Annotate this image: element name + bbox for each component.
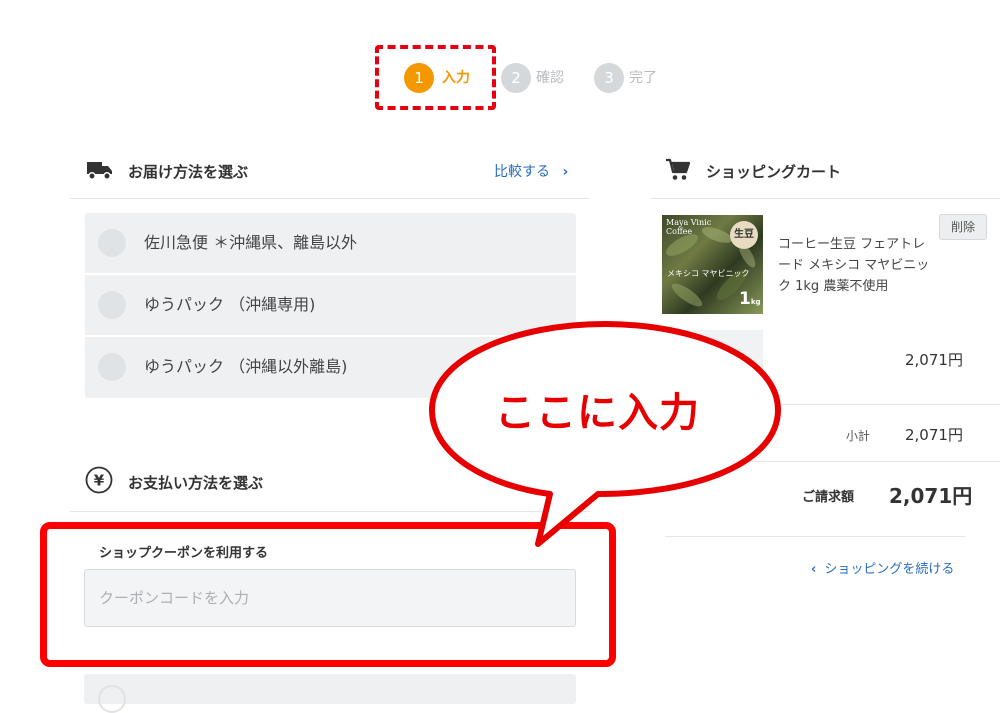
radio-button[interactable] [98,685,126,713]
compare-link[interactable]: 比較する › [494,161,568,181]
payment-title: お支払い方法を選ぶ [128,474,264,492]
product-name[interactable]: コーヒー生豆 フェアトレード メキシコ マヤビニック 1kg 農薬不使用 [778,234,938,297]
step-1-number: 1 [404,63,434,93]
total-value: 2,071円 [889,484,973,508]
step-highlight-frame [375,45,496,110]
radio-button[interactable] [98,353,126,381]
continue-shopping-link[interactable]: ‹ ショッピングを続ける [811,558,954,577]
subtotal-label: 小計 [846,429,871,443]
delete-button[interactable]: 削除 [939,214,987,240]
delivery-title: お届け方法を選ぶ [128,163,249,181]
truck-icon [87,162,112,180]
callout-text: ここに入力 [495,390,700,436]
product-image-brand: Maya Vinic Coffee [666,218,712,236]
divider [650,198,1000,199]
radio-button[interactable] [98,229,126,257]
product-image-weight: 1kg [739,289,761,309]
delivery-option-sagawa[interactable]: 佐川急便 ＊沖縄県、離島以外 [85,213,576,273]
chevron-right-icon: › [562,164,569,180]
delivery-option-label: ゆうパック （沖縄専用) [144,295,316,314]
product-image-caption: メキシコ マヤビニック [667,269,750,278]
delivery-option-label: 佐川急便 ＊沖縄県、離島以外 [144,233,358,252]
step-3-label: 完了 [629,70,657,86]
chevron-left-icon: ‹ [811,562,817,577]
subtotal-value: 2,071円 [905,426,963,444]
step-1-label: 入力 [442,70,470,86]
radio-button[interactable] [98,291,126,319]
product-image-weight-unit: kg [750,298,761,306]
product-price: 2,071円 [905,351,963,369]
continue-shopping-label: ショッピングを続ける [824,562,955,577]
divider [70,198,590,199]
step-3-number: 3 [594,63,624,93]
step-2-number: 2 [501,63,531,93]
cart-title: ショッピングカート [706,163,842,181]
delivery-option-label: ゆうパック （沖縄以外離島) [144,357,348,376]
yen-icon: ¥ [85,466,113,494]
raw-bean-badge: 生豆 [730,221,758,249]
compare-label: 比較する [494,164,550,180]
svg-text:¥: ¥ [94,472,105,490]
product-image-weight-number: 1 [739,289,751,309]
total-label: ご請求額 [802,490,855,505]
step-2-label: 確認 [536,70,564,86]
shopping-cart-icon [666,158,691,180]
